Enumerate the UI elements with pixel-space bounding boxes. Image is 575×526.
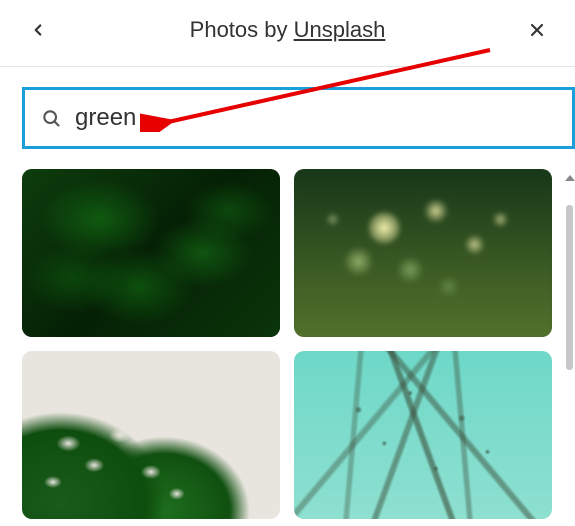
result-ferns[interactable] <box>22 169 280 337</box>
search-container[interactable] <box>22 87 575 149</box>
search-input[interactable] <box>75 104 556 132</box>
result-monstera-leaf[interactable] <box>22 351 280 519</box>
search-icon <box>41 108 61 128</box>
divider <box>0 66 575 67</box>
scrollbar-thumb[interactable] <box>566 205 573 370</box>
back-button[interactable] <box>20 12 56 48</box>
header-title: Photos by Unsplash <box>190 17 386 43</box>
provider-link[interactable]: Unsplash <box>294 17 386 42</box>
header: Photos by Unsplash <box>0 0 575 66</box>
close-icon <box>527 20 547 40</box>
image-grid <box>0 149 575 519</box>
result-teal-branches[interactable] <box>294 351 552 519</box>
scrollbar-up-arrow[interactable] <box>565 175 575 185</box>
result-bokeh-grass[interactable] <box>294 169 552 337</box>
header-title-prefix: Photos by <box>190 17 294 42</box>
close-button[interactable] <box>519 12 555 48</box>
chevron-left-icon <box>29 21 47 39</box>
